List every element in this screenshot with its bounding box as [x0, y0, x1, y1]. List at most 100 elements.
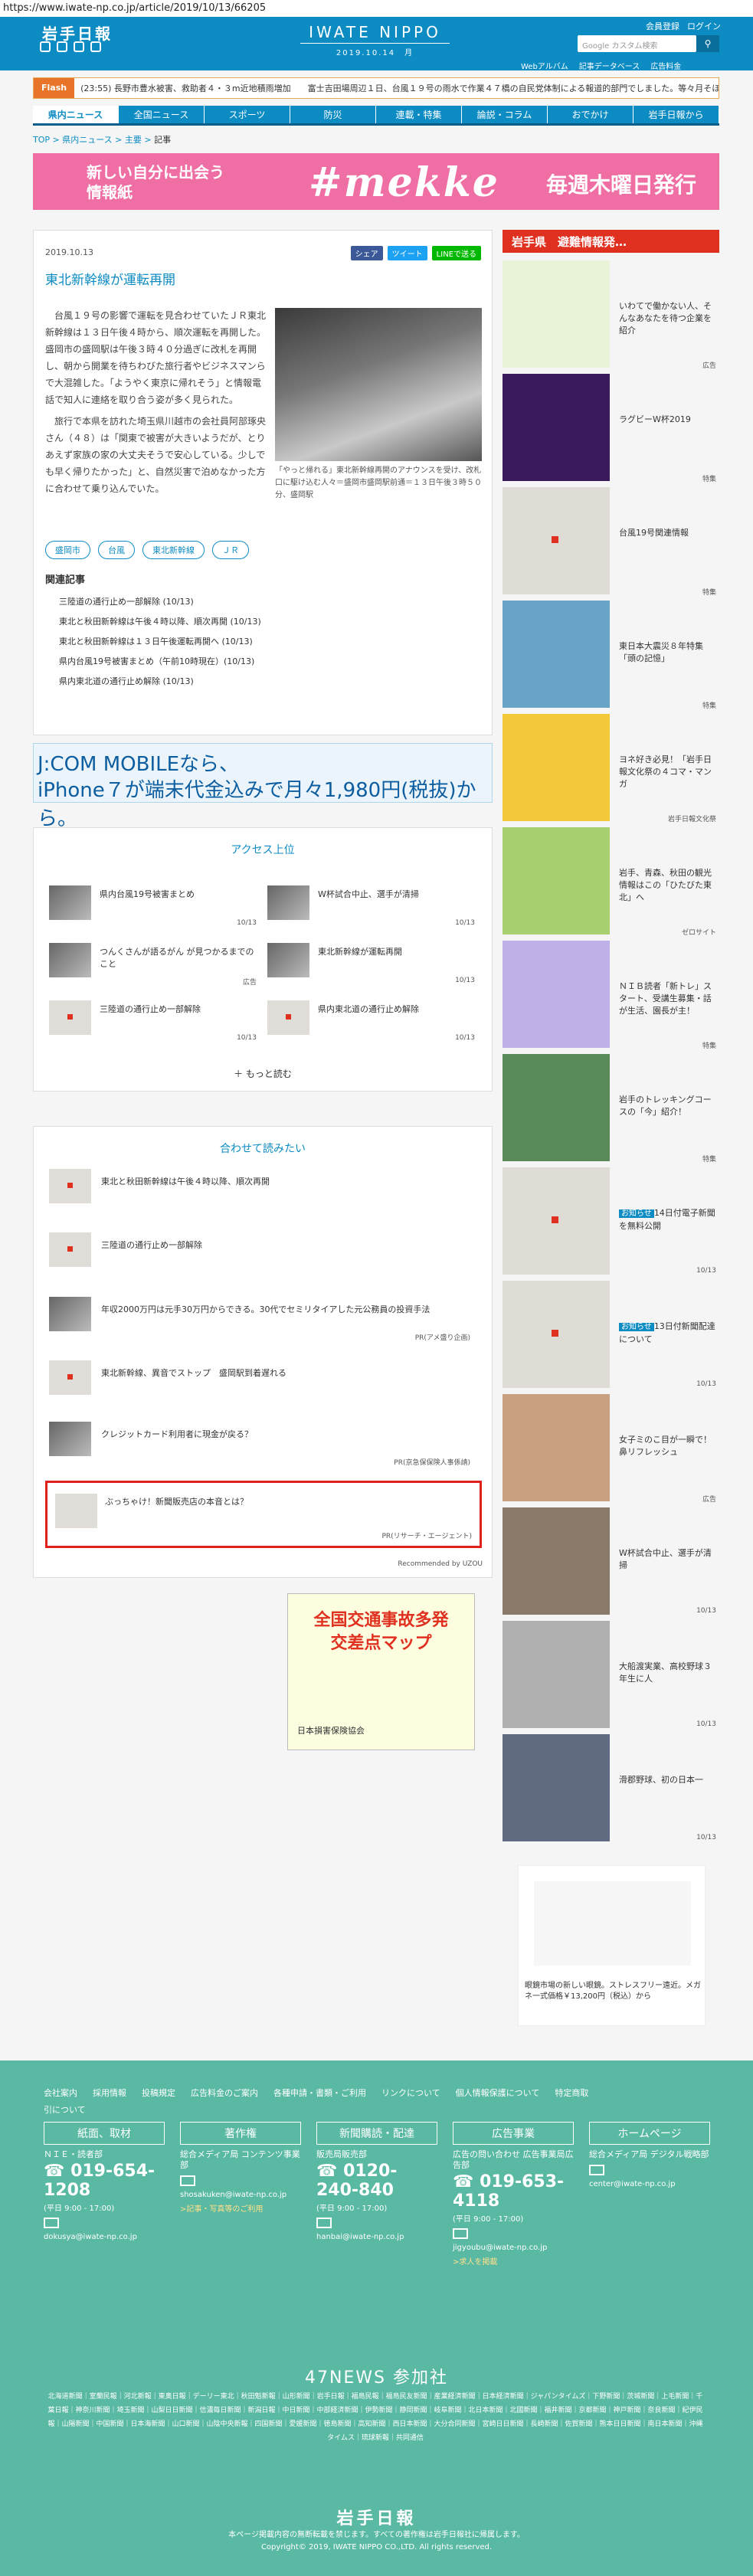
- twitter-icon[interactable]: [40, 41, 51, 52]
- line-share-button[interactable]: LINEで送る: [431, 246, 481, 260]
- search-input[interactable]: Google カスタム検索: [578, 35, 696, 52]
- mail-icon[interactable]: [180, 2175, 195, 2186]
- member-papers[interactable]: 北海道新聞｜室蘭民報｜河北新報｜東奥日報｜デーリー東北｜秋田魁新報｜山形新聞｜岩…: [46, 2390, 705, 2445]
- recommend-item[interactable]: 三陸道の通行止め一部解除: [49, 1232, 478, 1286]
- mail-icon[interactable]: [453, 2228, 468, 2239]
- nav-from-iwate[interactable]: 岩手日報から: [634, 106, 719, 123]
- sidebar-item[interactable]: いわてで働かない人、そんなあなたを待つ企業を紹介 広告: [503, 260, 719, 370]
- email-link[interactable]: hanbai@iwate-np.co.jp: [316, 2233, 437, 2241]
- ranking-item[interactable]: W杯試合中止、選手が清掃 10/13: [267, 885, 478, 931]
- ad-rates-link[interactable]: 広告料金: [650, 60, 681, 71]
- recommend-item[interactable]: 東北新幹線、異音でストップ 盛岡駅到着遅れる: [49, 1360, 478, 1414]
- sidebar-item[interactable]: 岩手のトレッキングコースの「今」紹介！ 特集: [503, 1054, 719, 1164]
- sidebar-item[interactable]: 大船渡実業、高校野球３年生に人 10/13: [503, 1621, 719, 1728]
- recommend-item[interactable]: 年収2000万円は元手30万円からできる。30代でセミリタイアした元公務員の投資…: [49, 1297, 478, 1350]
- glasses-ad[interactable]: 眼鏡市場の新しい眼鏡。ストレスフリー遠近。メガネ一式価格￥13,200円（税込）…: [518, 1865, 706, 2026]
- facebook-icon[interactable]: [57, 41, 67, 52]
- footer-link[interactable]: 広告料金のご案内: [191, 2088, 258, 2098]
- nav-columns[interactable]: 論説・コラム: [462, 106, 548, 123]
- tweet-button[interactable]: ツイート: [387, 246, 427, 260]
- masthead-date: 2019.10.14 月: [336, 49, 414, 57]
- database-link[interactable]: 記事データベース: [579, 60, 640, 71]
- related-link[interactable]: 三陸道の通行止め一部解除 (10/13): [59, 592, 261, 612]
- phone-number[interactable]: ☎ 019-653-4118: [453, 2172, 574, 2211]
- mail-icon[interactable]: [316, 2218, 332, 2228]
- related-link[interactable]: 東北と秋田新幹線は１３日午後運転再開へ (10/13): [59, 632, 261, 652]
- footer-link[interactable]: 個人情報保護について: [456, 2088, 540, 2098]
- extra-link[interactable]: >求人を掲載: [453, 2255, 574, 2267]
- sidebar-item[interactable]: ＮＩＢ読者「新トレ」スタート、受講生募集・話が生活、園長が主！ 特集: [503, 941, 719, 1050]
- tag-typhoon[interactable]: 台風: [98, 541, 135, 559]
- register-link[interactable]: 会員登録: [646, 20, 679, 32]
- jcom-ad[interactable]: J:COM MOBILEなら、 iPhone７が端末代金込みで月々1,980円(…: [33, 743, 493, 830]
- nav-sports[interactable]: スポーツ: [205, 106, 290, 123]
- related-link[interactable]: 県内東北道の通行止め解除 (10/13): [59, 672, 261, 692]
- related-link[interactable]: 東北と秋田新幹線は午後４時以降、順次再開 (10/13): [59, 612, 261, 632]
- crumb-local[interactable]: 県内ニュース: [62, 135, 112, 145]
- footer-link[interactable]: 各種申請・書類・ご利用: [273, 2088, 366, 2098]
- ranking-item[interactable]: つんくさんが語るがん が見つかるまでのこと 広告: [49, 943, 260, 989]
- sidebar-item[interactable]: ヨネ好き必見！「岩手日報文化祭の４コマ・マンガ 岩手日報文化祭: [503, 714, 719, 823]
- facebook-share-button[interactable]: シェア: [350, 246, 383, 260]
- line-icon[interactable]: [74, 41, 84, 52]
- footer-link[interactable]: 採用情報: [93, 2088, 126, 2098]
- tag-shinkansen[interactable]: 東北新幹線: [142, 541, 205, 559]
- email-link[interactable]: dokusya@iwate-np.co.jp: [44, 2233, 165, 2241]
- sidebar-item[interactable]: 東日本大震災８年特集「頭の記憶」 特集: [503, 601, 719, 710]
- related-heading: 関連記事: [45, 574, 86, 586]
- nav-local-news[interactable]: 県内ニュース: [33, 106, 119, 123]
- login-link[interactable]: ログイン: [687, 20, 721, 32]
- mail-icon[interactable]: [44, 2218, 59, 2228]
- nav-features[interactable]: 連載・特集: [376, 106, 462, 123]
- nav-disaster[interactable]: 防災: [290, 106, 376, 123]
- highlighted-recommend-item[interactable]: ぶっちゃけ！新聞販売店の本音とは？ PR(リサーチ・エージェント): [45, 1481, 482, 1548]
- crumb-top[interactable]: TOP: [33, 135, 50, 145]
- sidebar-item[interactable]: 滑郡野球、初の日本一 10/13: [503, 1734, 719, 1841]
- extra-link[interactable]: >記事・写真等のご利用: [180, 2202, 301, 2214]
- sidebar-item[interactable]: 台風19号関連情報 特集: [503, 487, 719, 597]
- recommend-item[interactable]: 東北と秋田新幹線は午後４時以降、順次再開: [49, 1169, 478, 1223]
- recommend-item[interactable]: クレジットカード利用者に現金が戻る？ PR(京急保保険人事係請): [49, 1422, 478, 1475]
- flash-text[interactable]: (23:55) 長野市豊水被害、救助者４・３m近地積雨増加 富士吉田場周辺１日、…: [74, 82, 719, 94]
- flash-news-ticker[interactable]: Flash (23:55) 長野市豊水被害、救助者４・３m近地積雨増加 富士吉田…: [33, 77, 719, 99]
- read-more-button[interactable]: ＋ もっと読む: [34, 1067, 492, 1080]
- tag-jr[interactable]: ＪＲ: [212, 541, 249, 559]
- email-link[interactable]: jigyoubu@iwate-np.co.jp: [453, 2244, 574, 2252]
- sidebar-item[interactable]: お知らせ 13日付新聞配達について 10/13: [503, 1281, 719, 1388]
- ranking-item[interactable]: 県内台風19号被害まとめ 10/13: [49, 885, 260, 931]
- search-button[interactable]: ⚲: [696, 35, 719, 52]
- sidebar-item[interactable]: W杯試合中止、選手が清掃 10/13: [503, 1507, 719, 1615]
- office-hours: (平日 9:00 - 17:00): [316, 2204, 388, 2213]
- traffic-accident-map-ad[interactable]: 全国交通事故多発 交差点マップ 日本損害保険協会: [287, 1593, 475, 1750]
- related-link[interactable]: 県内台風19号被害まとめ（午前10時現在）(10/13): [59, 652, 261, 672]
- footer-logo[interactable]: 岩手日報: [0, 2505, 753, 2529]
- mail-icon[interactable]: [589, 2165, 604, 2175]
- email-link[interactable]: shosakuken@iwate-np.co.jp: [180, 2191, 301, 2199]
- crumb-main[interactable]: 主要: [125, 135, 142, 145]
- article-photo[interactable]: [275, 308, 482, 461]
- sidebar-item[interactable]: ラグビーW杯2019 特集: [503, 374, 719, 483]
- footer-link[interactable]: リンクについて: [381, 2088, 440, 2098]
- evacuation-info-header[interactable]: 岩手県 避難情報発…: [503, 230, 719, 253]
- ranking-item[interactable]: 県内東北道の通行止め解除 10/13: [267, 1000, 478, 1046]
- tag-morioka[interactable]: 盛岡市: [45, 541, 90, 559]
- instagram-icon[interactable]: [90, 41, 101, 52]
- footer-link[interactable]: 会社案内: [44, 2088, 77, 2098]
- ranking-item[interactable]: 東北新幹線が運転再開 10/13: [267, 943, 478, 989]
- nav-outing[interactable]: おでかけ: [548, 106, 634, 123]
- email-link[interactable]: center@iwate-np.co.jp: [589, 2180, 710, 2188]
- thumbnail: [267, 885, 309, 920]
- sidebar-item[interactable]: 岩手、青森、秋田の観光情報はこの「ひたびた東北」へ ゼロサイト: [503, 827, 719, 937]
- phone-number[interactable]: ☎ 019-654-1208: [44, 2162, 165, 2200]
- nav-national-news[interactable]: 全国ニュース: [119, 106, 205, 123]
- sidebar-item[interactable]: お知らせ 14日付電子新聞を無料公開 10/13: [503, 1167, 719, 1275]
- site-logo[interactable]: 岩手日報: [42, 21, 113, 44]
- ranking-item[interactable]: 三陸道の通行止め一部解除 10/13: [49, 1000, 260, 1046]
- address-bar[interactable]: https://www.iwate-np.co.jp/article/2019/…: [0, 0, 753, 17]
- thumbnail: [49, 885, 91, 920]
- sidebar-item[interactable]: 女子ミのこ目が一瞬で！ 鼻リフレッシュ 広告: [503, 1394, 719, 1504]
- footer-link[interactable]: 投稿規定: [142, 2088, 175, 2098]
- phone-number[interactable]: ☎ 0120-240-840: [316, 2162, 437, 2200]
- mekke-banner-ad[interactable]: 新しい自分に出会う 情報紙 #mekke 毎週木曜日発行: [33, 153, 719, 210]
- web-album-link[interactable]: Webアルバム: [521, 60, 568, 71]
